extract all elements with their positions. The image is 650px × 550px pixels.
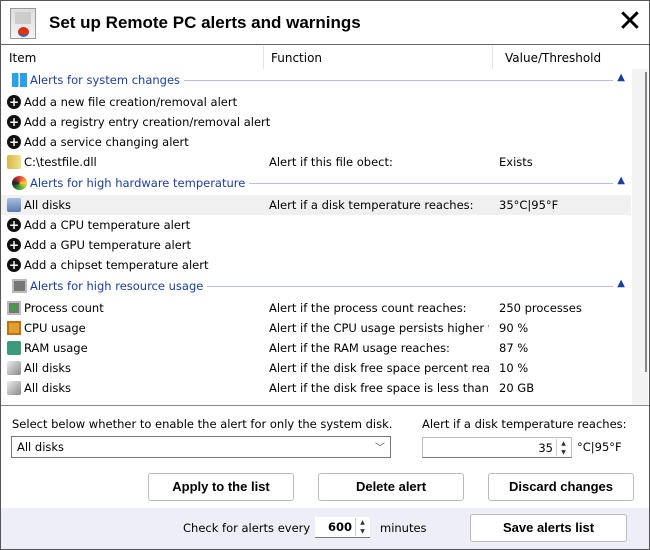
- function-cell: Alert if the disk free space is less tha…: [269, 381, 489, 395]
- spin-arrows-icon[interactable]: ▲ ▼: [556, 439, 570, 456]
- table-row[interactable]: RAM usage Alert if the RAM usage reaches:…: [1, 338, 631, 358]
- item-cell: Add a chipset temperature alert: [24, 258, 209, 272]
- table-row[interactable]: CPU usage Alert if the CPU usage persists…: [1, 318, 631, 338]
- group-header[interactable]: Alerts for high resource usage ▲: [1, 275, 631, 298]
- table-row[interactable]: All disks Alert if the disk free space pe…: [1, 358, 631, 378]
- interval-unit: minutes: [380, 521, 427, 535]
- apply-button[interactable]: Apply to the list: [148, 473, 294, 501]
- alerts-dialog: Set up Remote PC alerts and warnings ✕ I…: [0, 0, 650, 550]
- item-cell: Add a GPU temperature alert: [24, 238, 192, 252]
- list-header: Item Function Value/Threshold: [1, 46, 631, 69]
- check-interval-label: Check for alerts every: [183, 521, 311, 535]
- item-cell: Process count: [24, 301, 104, 315]
- item-cell: Add a service changing alert: [24, 135, 189, 149]
- value-cell: Exists: [499, 155, 533, 169]
- table-row[interactable]: All disks Alert if the disk free space is…: [1, 378, 631, 398]
- temp-label: Alert if a disk temperature reaches:: [422, 417, 627, 431]
- table-row[interactable]: C:\testfile.dll Alert if this file obect:…: [1, 152, 631, 172]
- temp-stepper[interactable]: 35 ▲ ▼: [422, 437, 572, 458]
- table-row[interactable]: + Add a GPU temperature alert: [1, 235, 631, 255]
- list-rows: Alerts for system changes ▲ + Add a new fil…: [1, 69, 631, 398]
- function-cell: Alert if the RAM usage reaches:: [269, 341, 450, 355]
- function-cell: Alert if the disk free space percent rea…: [269, 361, 489, 375]
- item-cell: CPU usage: [24, 321, 86, 335]
- collapse-icon[interactable]: ▲: [617, 72, 625, 83]
- item-cell: C:\testfile.dll: [24, 155, 97, 169]
- close-button[interactable]: ✕: [615, 7, 645, 37]
- table-row[interactable]: All disks Alert if a disk temperature rea…: [1, 195, 631, 215]
- app-icon: [10, 8, 36, 39]
- chevron-down-icon: ﹀: [375, 443, 385, 454]
- group-header[interactable]: Alerts for high hardware temperature ▲: [1, 172, 631, 195]
- table-row[interactable]: + Add a service changing alert: [1, 132, 631, 152]
- item-cell: Add a registry entry creation/removal al…: [24, 115, 271, 129]
- item-cell: RAM usage: [24, 341, 88, 355]
- value-cell: 90 %: [499, 321, 529, 335]
- interval-stepper[interactable]: 600 ▲ ▼: [315, 517, 370, 538]
- function-cell: Alert if a disk temperature reaches:: [269, 198, 474, 212]
- value-cell: 10 %: [499, 361, 529, 375]
- column-item[interactable]: Item: [9, 51, 36, 65]
- collapse-icon[interactable]: ▲: [617, 278, 625, 289]
- delete-alert-button[interactable]: Delete alert: [318, 473, 464, 501]
- table-row[interactable]: + Add a chipset temperature alert: [1, 255, 631, 275]
- item-cell: All disks: [24, 198, 72, 212]
- spin-arrows-icon[interactable]: ▲ ▼: [355, 518, 369, 536]
- item-cell: Add a new file creation/removal alert: [24, 95, 238, 109]
- alerts-list: Item Function Value/Threshold Alerts for…: [1, 46, 649, 406]
- save-alerts-button[interactable]: Save alerts list: [470, 514, 627, 542]
- group-label: Alerts for high hardware temperature: [30, 176, 250, 190]
- disk-select-value: All disks: [17, 440, 65, 454]
- value-cell: 35°C|95°F: [499, 198, 559, 212]
- scrollbar-thumb[interactable]: [645, 72, 647, 372]
- select-label: Select below whether to enable the alert…: [12, 417, 393, 431]
- dialog-title: Set up Remote PC alerts and warnings: [49, 13, 361, 32]
- interval-value: 600: [327, 520, 352, 534]
- value-cell: 87 %: [499, 341, 529, 355]
- table-row[interactable]: + Add a new file creation/removal alert: [1, 92, 631, 112]
- temp-unit: °C|95°F: [577, 440, 622, 454]
- group-label: Alerts for system changes: [30, 73, 185, 87]
- item-cell: All disks: [24, 361, 72, 375]
- column-value[interactable]: Value/Threshold: [505, 51, 601, 65]
- group-header[interactable]: Alerts for system changes ▲: [1, 69, 631, 92]
- table-row[interactable]: + Add a CPU temperature alert: [1, 215, 631, 235]
- disk-select[interactable]: All disks ﹀: [11, 436, 391, 458]
- vertical-scrollbar[interactable]: [632, 69, 648, 405]
- discard-changes-button[interactable]: Discard changes: [488, 473, 634, 501]
- function-cell: Alert if this file obect:: [269, 155, 393, 169]
- collapse-icon[interactable]: ▲: [617, 175, 625, 186]
- value-cell: 20 GB: [499, 381, 535, 395]
- temp-value: 35: [538, 441, 553, 455]
- value-cell: 250 processes: [499, 301, 582, 315]
- table-row[interactable]: Process count Alert if the process count …: [1, 298, 631, 318]
- item-cell: Add a CPU temperature alert: [24, 218, 191, 232]
- item-cell: All disks: [24, 381, 72, 395]
- function-cell: Alert if the CPU usage persists higher t…: [269, 321, 489, 335]
- column-function[interactable]: Function: [271, 51, 322, 65]
- function-cell: Alert if the process count reaches:: [269, 301, 467, 315]
- footer-bar: Check for alerts every 600 ▲ ▼ minutes Sa…: [1, 508, 649, 549]
- title-bar: Set up Remote PC alerts and warnings ✕: [1, 1, 649, 45]
- group-label: Alerts for high resource usage: [30, 279, 208, 293]
- table-row[interactable]: + Add a registry entry creation/removal a…: [1, 112, 631, 132]
